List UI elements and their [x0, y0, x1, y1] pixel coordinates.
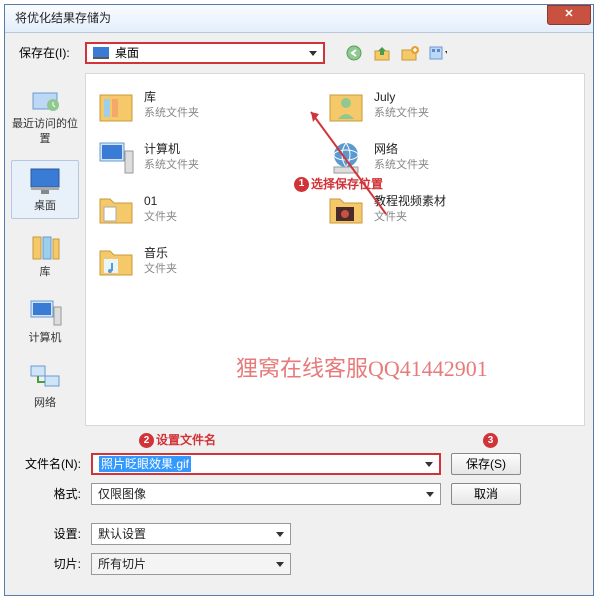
chevron-down-icon [426, 492, 434, 497]
folder-item[interactable]: 01文件夹 [96, 186, 296, 232]
annotation-3: 3 [483, 433, 498, 448]
sidebar-item-libraries[interactable]: 库 [11, 227, 79, 284]
network-folder-icon [326, 137, 366, 177]
places-sidebar: 最近访问的位置 桌面 库 计算机 网络 [5, 73, 85, 426]
sidebar-item-desktop[interactable]: 桌面 [11, 160, 79, 219]
cancel-button[interactable]: 取消 [451, 483, 521, 505]
chevron-down-icon [276, 562, 284, 567]
desktop-sb-icon [27, 165, 63, 197]
desktop-icon [93, 47, 109, 59]
new-folder-icon[interactable] [401, 44, 419, 62]
settings-label: 设置: [19, 526, 81, 543]
music-folder-icon [96, 241, 136, 281]
folder-item[interactable]: 库系统文件夹 [96, 82, 296, 128]
view-icon[interactable] [429, 44, 447, 62]
annotation-2: 2设置文件名 3 [139, 432, 579, 449]
filename-input[interactable]: 照片眨眼效果.gif [91, 453, 441, 475]
save-button[interactable]: 保存(S) [451, 453, 521, 475]
close-button[interactable]: ✕ [547, 5, 591, 25]
watermark-text: 狸窝在线客服QQ41442901 [236, 354, 488, 385]
folder-item[interactable]: 教程视频素材文件夹 [326, 186, 526, 232]
folder-item[interactable]: 计算机系统文件夹 [96, 134, 296, 180]
slice-combo: 所有切片 [91, 553, 291, 575]
chevron-down-icon [309, 51, 317, 56]
chevron-down-icon [425, 462, 433, 467]
format-label: 格式: [19, 486, 81, 503]
user-folder-icon [326, 85, 366, 125]
chevron-down-icon [276, 532, 284, 537]
filename-label: 文件名(N): [19, 456, 81, 473]
back-icon[interactable] [345, 44, 363, 62]
folder-item[interactable]: 音乐文件夹 [96, 238, 296, 284]
location-row: 保存在(I): 桌面 [5, 33, 593, 73]
up-icon[interactable] [373, 44, 391, 62]
libraries-icon [27, 231, 63, 263]
annotation-1: 1选择保存位置 [294, 176, 383, 193]
save-as-dialog: 将优化结果存储为 ✕ 保存在(I): 桌面 最近访问的位置 桌面 [4, 4, 594, 596]
computer-folder-icon [96, 137, 136, 177]
sidebar-item-computer[interactable]: 计算机 [11, 293, 79, 350]
sidebar-item-recent[interactable]: 最近访问的位置 [11, 79, 79, 152]
save-in-combo[interactable]: 桌面 [85, 42, 325, 64]
folder-item[interactable]: July系统文件夹 [326, 82, 526, 128]
folder-item[interactable]: 网络系统文件夹 [326, 134, 526, 180]
format-combo[interactable]: 仅限图像 [91, 483, 441, 505]
network-icon [27, 362, 63, 394]
sidebar-item-network[interactable]: 网络 [11, 358, 79, 415]
file-list[interactable]: 库系统文件夹 July系统文件夹 计算机系统文件夹 网络系统文件夹 01文件夹 [85, 73, 585, 426]
folder-icon [326, 189, 366, 229]
libraries-folder-icon [96, 85, 136, 125]
titlebar: 将优化结果存储为 ✕ [5, 5, 593, 33]
slice-label: 切片: [19, 556, 81, 573]
folder-icon [96, 189, 136, 229]
settings-combo[interactable]: 默认设置 [91, 523, 291, 545]
window-title: 将优化结果存储为 [15, 10, 547, 27]
save-in-value: 桌面 [115, 45, 139, 62]
computer-icon [27, 297, 63, 329]
toolbar-icons [345, 44, 447, 62]
save-in-label: 保存在(I): [19, 45, 79, 62]
recent-icon [27, 83, 63, 115]
bottom-panel: 2设置文件名 3 文件名(N): 照片眨眼效果.gif 保存(S) 格式: 仅限… [5, 426, 593, 595]
